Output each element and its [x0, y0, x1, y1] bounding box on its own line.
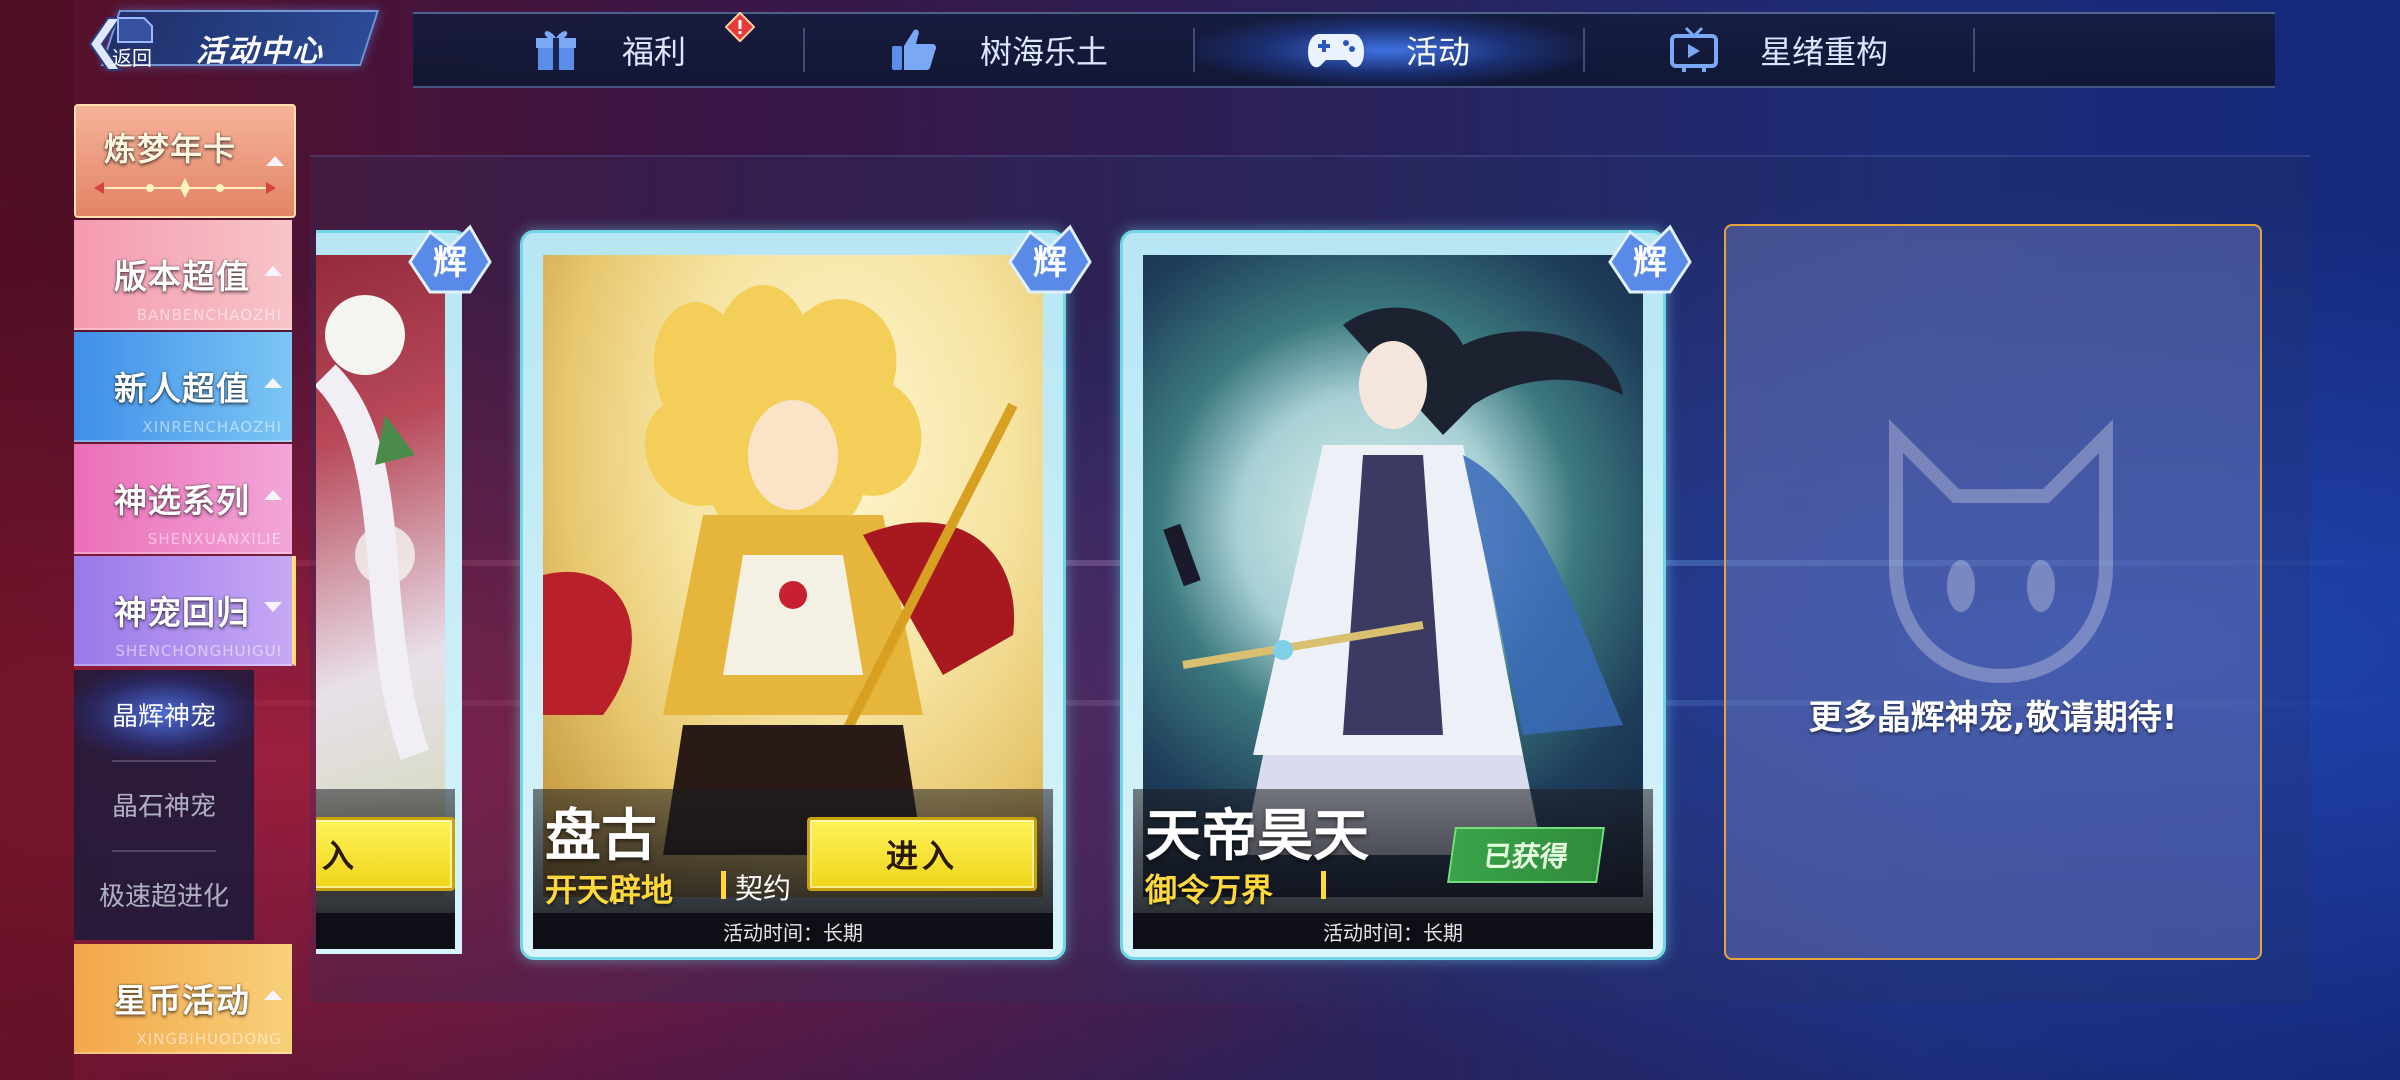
- sidebar-submenu: 晶辉神宠 晶石神宠 极速超进化: [74, 670, 254, 940]
- sidebar-item-label: 神宠回归: [114, 593, 250, 632]
- pet-card-haotian[interactable]: 天帝昊天 御令万界 已获得 活动时间：长期: [1120, 230, 1666, 960]
- card-clip: 入: [316, 230, 462, 954]
- divider-bar: [721, 871, 726, 899]
- sidebar-item-label: 版本超值: [114, 257, 250, 296]
- chevron-up-icon: [264, 490, 282, 500]
- tv-icon: [1669, 26, 1718, 72]
- pet-name: 盘古: [545, 804, 657, 869]
- sidebar-item-yearcard[interactable]: 炼梦年卡: [74, 104, 296, 218]
- thumbs-up-icon: [891, 29, 936, 71]
- pet-card[interactable]: 入: [316, 230, 462, 954]
- enter-button[interactable]: 进入: [807, 817, 1037, 891]
- sidebar-item-banben[interactable]: 版本超值 BANBENCHAOZHI: [74, 220, 292, 330]
- sidebar-item-sublabel: SHENCHONGHUIGUI: [115, 642, 282, 660]
- tab-activity[interactable]: 活动: [1193, 14, 1583, 86]
- sidebar-item-label: 炼梦年卡: [104, 130, 237, 168]
- tab-label: 活动: [1405, 33, 1470, 71]
- card-footer: [316, 913, 455, 949]
- back-button[interactable]: 返回: [78, 12, 378, 76]
- sidebar-item-sublabel: XINGBIHUODONG: [136, 1030, 282, 1048]
- tab-label: 福利: [621, 33, 686, 71]
- sidebar-item-xinren[interactable]: 新人超值 XINRENCHAOZHI: [74, 332, 292, 442]
- hui-badge-text: 辉: [1033, 243, 1067, 283]
- sidebar-sub-jisu[interactable]: 极速超进化: [74, 850, 254, 938]
- chevron-up-icon: [266, 156, 284, 166]
- enter-button[interactable]: 入: [316, 817, 455, 891]
- tab-welfare[interactable]: 福利: [413, 12, 803, 86]
- pet-subtitle: 御令万界: [1145, 871, 1274, 909]
- sidebar-item-label: 新人超值: [114, 369, 250, 408]
- tab-spacer: [1973, 14, 2275, 86]
- svg-text:辉: 辉: [433, 243, 467, 283]
- sidebar-sub-jinghui[interactable]: 晶辉神宠: [74, 670, 254, 758]
- chevron-up-icon: [264, 266, 282, 276]
- ornament-icon: [94, 178, 276, 198]
- chevron-up-icon: [264, 990, 282, 1000]
- sidebar-item-shenchong[interactable]: 神宠回归 SHENCHONGHUIGUI: [74, 556, 296, 666]
- alert-icon: [725, 12, 755, 42]
- card-info: 入: [316, 789, 455, 913]
- tab-xingxu[interactable]: 星绪重构: [1583, 14, 1973, 86]
- gift-icon: [535, 31, 576, 70]
- tab-label: 树海乐土: [979, 33, 1108, 71]
- hui-badge-icon: 辉: [1608, 224, 1692, 294]
- owned-badge: 已获得: [1447, 827, 1605, 883]
- sidebar-item-sublabel: BANBENCHAOZHI: [136, 306, 282, 324]
- hui-badge-icon: 辉: [1008, 224, 1092, 294]
- tab-shuhai[interactable]: 树海乐土: [803, 14, 1193, 86]
- divider-bar: [1321, 871, 1326, 899]
- top-tab-bar: 福利 树海乐土 活动 星绪重构: [413, 12, 2275, 88]
- pet-name: 天帝昊天: [1145, 804, 1369, 869]
- pet-card-pangu[interactable]: 盘古 开天辟地 契约 进入 活动时间：长期: [520, 230, 1066, 960]
- back-label: 返回: [112, 46, 152, 70]
- activity-time: 活动时间：长期: [1133, 913, 1653, 949]
- coming-soon-text: 更多晶辉神宠,敬请期待!: [1808, 698, 2178, 738]
- gamepad-icon: [1307, 34, 1364, 68]
- card-info: 盘古 开天辟地 契约 进入: [533, 789, 1053, 913]
- sidebar-sub-jingshi[interactable]: 晶石神宠: [74, 760, 254, 848]
- pet-subtitle: 开天辟地: [545, 871, 674, 909]
- sidebar-item-xingbi[interactable]: 星币活动 XINGBIHUODONG: [74, 944, 292, 1054]
- contract-label: 契约: [735, 872, 792, 905]
- card-info: 天帝昊天 御令万界 已获得: [1133, 789, 1653, 913]
- hui-badge-icon: 辉: [408, 224, 492, 294]
- sidebar-item-label: 星币活动: [114, 981, 250, 1020]
- activity-time: 活动时间：长期: [533, 913, 1053, 949]
- coming-soon-panel: 更多晶辉神宠,敬请期待!: [1724, 224, 2262, 960]
- left-edge-strip: [0, 0, 74, 1080]
- sidebar-item-sublabel: XINRENCHAOZHI: [142, 418, 282, 436]
- sidebar-item-sublabel: SHENXUANXILIE: [147, 530, 282, 548]
- tab-label: 星绪重构: [1759, 33, 1888, 71]
- hui-badge-text: 辉: [1633, 243, 1667, 283]
- chevron-down-icon: [264, 602, 282, 612]
- sidebar-item-label: 神选系列: [114, 481, 250, 520]
- chevron-up-icon: [264, 378, 282, 388]
- mascot-watermark-icon: [1889, 419, 2113, 684]
- sidebar-item-shenxuan[interactable]: 神选系列 SHENXUANXILIE: [74, 444, 292, 554]
